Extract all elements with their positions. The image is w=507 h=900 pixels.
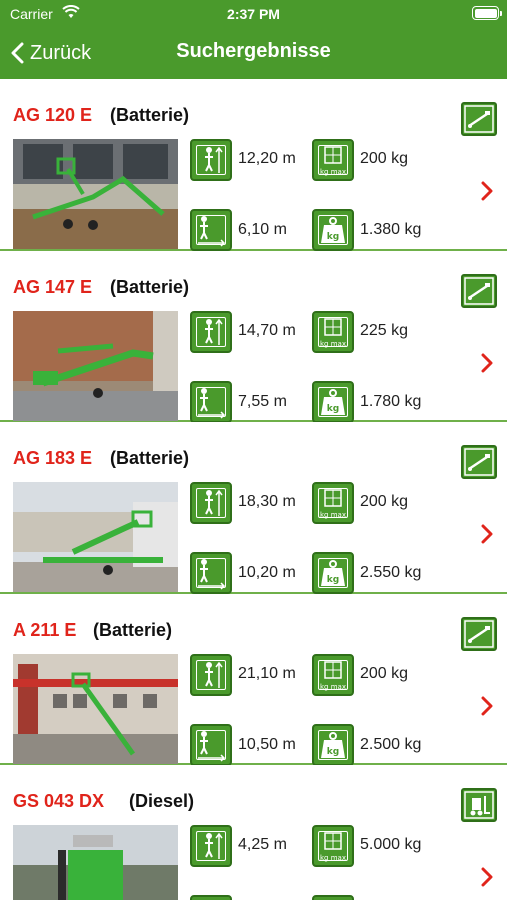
weight-value: 1.380 kg: [360, 221, 422, 238]
weight-icon: kg: [312, 723, 354, 766]
platform-arm-icon: [461, 273, 497, 308]
model-name: AG 183 E: [13, 448, 93, 468]
list-item[interactable]: AG 183 E (Batterie) 18,30 m kg max 200 k…: [0, 422, 507, 594]
platform-arm-icon: [461, 445, 497, 479]
forklift-icon: [461, 788, 497, 822]
side-reach-icon: [190, 209, 232, 251]
weight-value: 2.550 kg: [360, 564, 422, 581]
weight-icon: kg: [312, 209, 354, 251]
product-photo: [13, 825, 178, 900]
power-type: (Diesel): [129, 791, 195, 811]
side-reach-icon: [190, 380, 232, 423]
weight-icon: kg: [312, 552, 354, 594]
max-load-icon: kg max: [312, 482, 354, 524]
max-load-icon: kg max: [312, 310, 354, 353]
platform-arm-icon: [461, 102, 497, 136]
max-load-icon: kg max: [312, 653, 354, 696]
list-item[interactable]: GS 043 DX (Diesel) 4,25 m kg max 5.000 k…: [0, 765, 507, 900]
side-reach-value: 10,50 m: [238, 735, 296, 753]
model-name: GS 043 DX: [13, 791, 105, 811]
product-photo: [13, 139, 178, 249]
side-reach-value: 6,10 m: [238, 221, 287, 238]
platform-height-icon: [190, 482, 232, 524]
weight-value: 2.500 kg: [360, 735, 422, 753]
weight-value: 1.780 kg: [360, 392, 422, 410]
product-photo: [13, 653, 178, 764]
platform-height-value: 18,30 m: [238, 493, 296, 510]
max-load-value: 225 kg: [360, 321, 409, 339]
platform-height-value: 21,10 m: [238, 664, 296, 682]
power-type: (Batterie): [110, 276, 190, 297]
list-item[interactable]: A 211 E (Batterie) 21,10 m kg max 200 kg…: [0, 593, 507, 766]
battery-icon: [472, 6, 502, 20]
side-reach-value: 7,55 m: [238, 392, 287, 410]
results-list: AG 120 E (Batterie) 12,20 m kg max 200 k…: [0, 79, 507, 900]
max-load-icon: kg max: [312, 139, 354, 181]
chevron-right-icon: [481, 353, 493, 372]
platform-height-value: 14,70 m: [238, 321, 296, 339]
platform-height-icon: [190, 310, 232, 353]
side-reach-icon: [190, 895, 232, 900]
chevron-right-icon: [481, 524, 493, 544]
side-reach-icon: [190, 723, 232, 766]
side-reach-value: 10,20 m: [238, 564, 296, 581]
side-reach-icon: [190, 552, 232, 594]
platform-height-icon: [190, 653, 232, 696]
platform-height-icon: [190, 139, 232, 181]
platform-height-value: 12,20 m: [238, 150, 296, 167]
platform-height-icon: [190, 825, 232, 867]
page-title: Suchergebnisse: [176, 40, 331, 62]
chevron-right-icon: [481, 181, 493, 201]
list-item[interactable]: AG 120 E (Batterie) 12,20 m kg max 200 k…: [0, 79, 507, 251]
max-load-icon: kg max: [312, 825, 354, 867]
max-load-value: 200 kg: [360, 664, 409, 682]
max-load-value: 200 kg: [360, 493, 409, 510]
product-photo: [13, 482, 178, 592]
clock: 2:37 PM: [227, 6, 280, 22]
model-name: AG 147 E: [13, 276, 93, 297]
weight-icon: [312, 895, 354, 900]
chevron-right-icon: [481, 696, 493, 715]
power-type: (Batterie): [110, 105, 190, 125]
model-name: A 211 E: [13, 619, 77, 640]
status-bar: Carrier 2:37 PM: [0, 0, 507, 28]
weight-icon: kg: [312, 380, 354, 423]
model-name: AG 120 E: [13, 105, 93, 125]
power-type: (Batterie): [110, 448, 190, 468]
list-item[interactable]: AG 147 E (Batterie) 14,70 m kg max 225 k…: [0, 250, 507, 423]
max-load-value: 200 kg: [360, 150, 409, 167]
max-load-value: 5.000 kg: [360, 836, 422, 853]
power-type: (Batterie): [93, 619, 173, 640]
chevron-right-icon: [481, 867, 493, 887]
navigation-bar: Zurück Suchergebnisse: [0, 28, 507, 79]
platform-height-value: 4,25 m: [238, 836, 287, 853]
platform-arm-icon: [461, 616, 497, 651]
product-photo: [13, 310, 178, 421]
